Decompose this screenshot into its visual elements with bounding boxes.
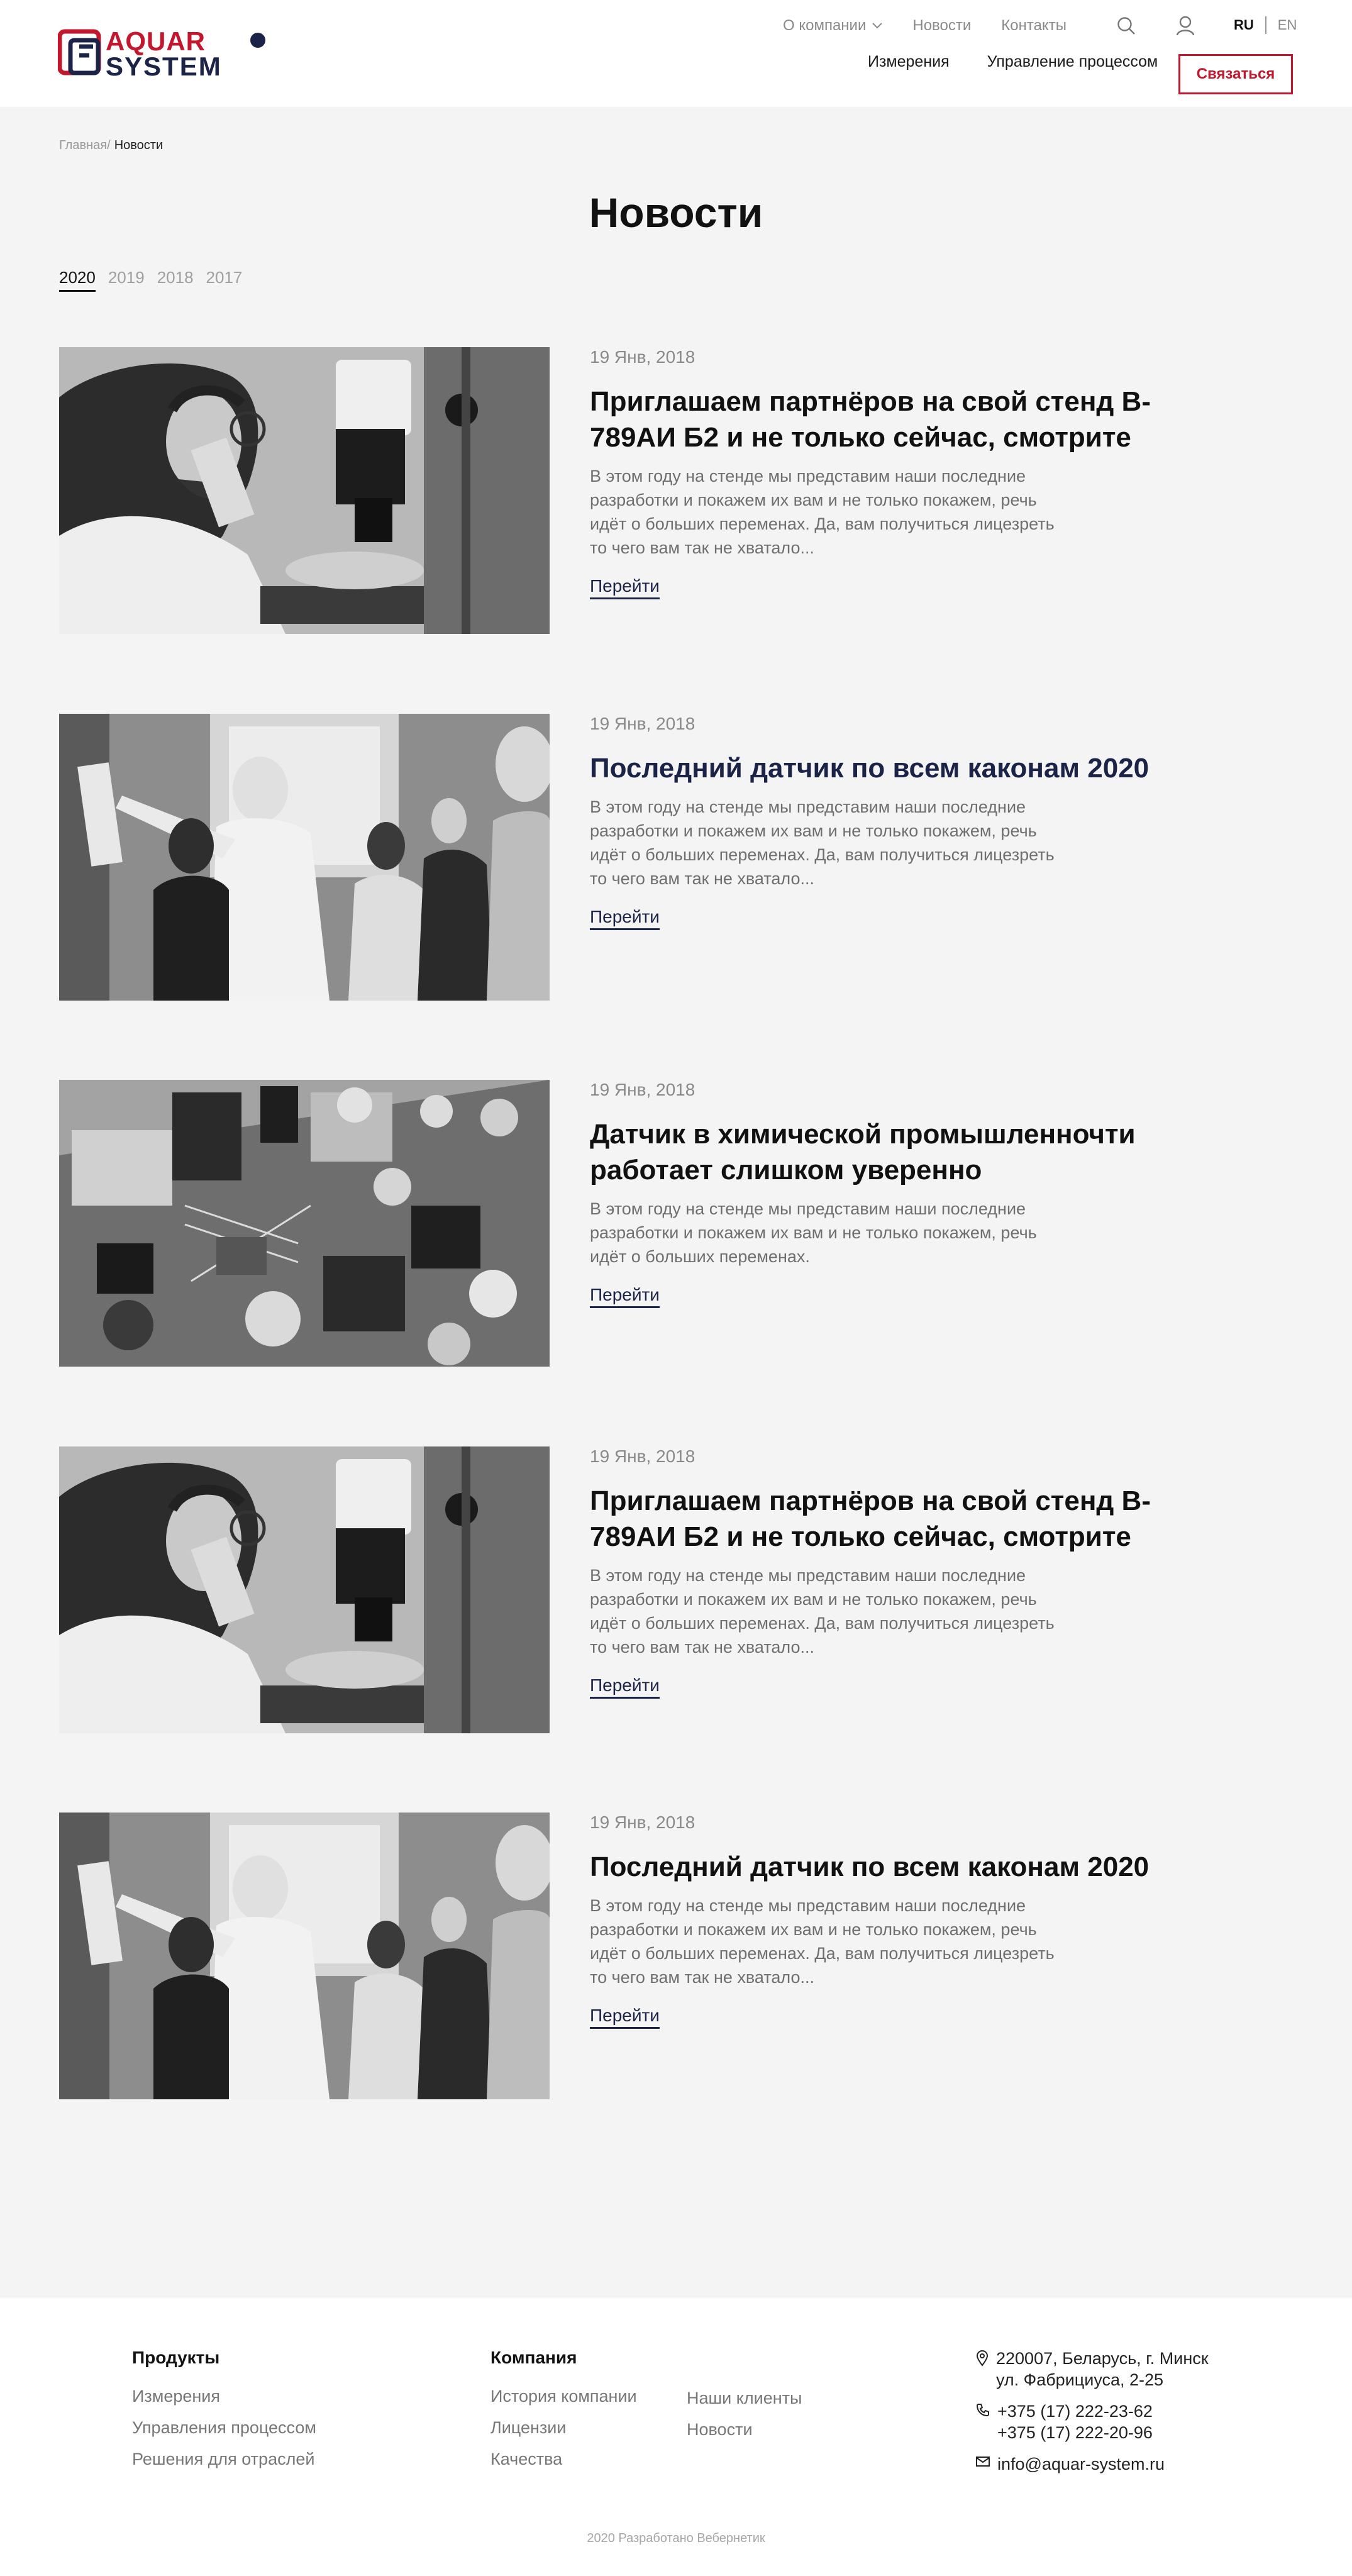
news-item: 19 Янв, 2018 Последний датчик по всем ка… — [59, 714, 1254, 1001]
news-item: 19 Янв, 2018 Датчик в химической промышл… — [59, 1080, 1254, 1367]
news-date: 19 Янв, 2018 — [590, 1813, 695, 1832]
news-excerpt: В этом году на стенде мы представим наши… — [590, 1896, 1055, 1987]
email-link[interactable]: info@aquar-system.ru — [997, 2453, 1165, 2475]
top-nav-news[interactable]: Новости — [912, 17, 971, 35]
circuit-board-photo-icon — [59, 1080, 550, 1367]
site-footer: Продукты Измерения Управления процессом … — [0, 2297, 1352, 2576]
lab-group-photo-icon — [59, 1813, 550, 2099]
news-excerpt: В этом году на стенде мы представим наши… — [590, 797, 1055, 888]
news-body: 19 Янв, 2018 Датчик в химической промышл… — [590, 1080, 1219, 1308]
lang-ru[interactable]: RU — [1234, 17, 1254, 33]
footer-link[interactable]: Лицензии — [490, 2418, 637, 2438]
news-read-more-link[interactable]: Перейти — [590, 576, 660, 599]
footer-address: 220007, Беларусь, г. Минск ул. Фабрициус… — [976, 2348, 1209, 2390]
footer-company-col2: Наши клиенты Новости — [687, 2389, 802, 2451]
search-button[interactable] — [1114, 14, 1138, 38]
footer-link[interactable]: Управления процессом — [132, 2418, 316, 2438]
phone-icon — [976, 2404, 989, 2417]
user-account-button[interactable] — [1173, 14, 1197, 38]
contact-button[interactable]: Связаться — [1178, 54, 1293, 94]
logo-mark-icon: AQUAR SYSTEM — [57, 26, 265, 81]
footer-link[interactable]: Новости — [687, 2420, 802, 2440]
year-filter: 2020 2019 2018 2017 — [59, 268, 255, 292]
news-title[interactable]: Датчик в химической промышленночти работ… — [590, 1116, 1194, 1188]
news-body: 19 Янв, 2018 Последний датчик по всем ка… — [590, 714, 1219, 930]
main-nav-process-control[interactable]: Управление процессом — [987, 53, 1158, 71]
main-nav-measurements[interactable]: Измерения — [868, 53, 950, 71]
svg-text:SYSTEM: SYSTEM — [106, 52, 222, 79]
news-image[interactable] — [59, 347, 550, 634]
lab-group-photo-icon — [59, 714, 550, 1001]
footer-link[interactable]: История компании — [490, 2387, 637, 2406]
news-title[interactable]: Последний датчик по всем каконам 2020 — [590, 750, 1194, 786]
news-body: 19 Янв, 2018 Приглашаем партнёров на сво… — [590, 347, 1219, 599]
news-body: 19 Янв, 2018 Последний датчик по всем ка… — [590, 1813, 1219, 2029]
logo[interactable]: AQUAR SYSTEM — [57, 26, 272, 81]
footer-contacts: 220007, Беларусь, г. Минск ул. Фабрициус… — [976, 2348, 1209, 2485]
year-tab-2017[interactable]: 2017 — [206, 268, 243, 292]
news-date: 19 Янв, 2018 — [590, 347, 695, 367]
breadcrumb-current: Новости — [114, 138, 163, 152]
address-line: 220007, Беларусь, г. Минск — [996, 2349, 1209, 2368]
footer-phones: +375 (17) 222-23-62 +375 (17) 222-20-96 — [976, 2401, 1209, 2443]
chevron-down-icon — [872, 23, 883, 29]
footer-products-title: Продукты — [132, 2348, 220, 2367]
news-body: 19 Янв, 2018 Приглашаем партнёров на сво… — [590, 1446, 1219, 1699]
news-title[interactable]: Приглашаем партнёров на свой стенд B-789… — [590, 1483, 1194, 1555]
news-image[interactable] — [59, 714, 550, 1001]
footer-link[interactable]: Решения для отраслей — [132, 2450, 316, 2469]
address-line: ул. Фабрициуса, 2-25 — [996, 2370, 1164, 2389]
news-image[interactable] — [59, 1080, 550, 1367]
main-nav: Измерения Управление процессом — [868, 53, 1195, 71]
news-excerpt: В этом году на стенде мы представим наши… — [590, 1199, 1037, 1266]
news-read-more-link[interactable]: Перейти — [590, 1675, 660, 1699]
language-switcher: RU EN — [1234, 16, 1297, 34]
microscope-photo-icon — [59, 1446, 550, 1733]
footer-company: Компания История компании Лицензии Качес… — [490, 2348, 637, 2481]
news-title[interactable]: Последний датчик по всем каконам 2020 — [590, 1849, 1194, 1885]
location-pin-icon — [976, 2350, 989, 2367]
news-date: 19 Янв, 2018 — [590, 1080, 695, 1099]
year-tab-2020[interactable]: 2020 — [59, 268, 96, 292]
news-read-more-link[interactable]: Перейти — [590, 907, 660, 930]
top-nav-about[interactable]: О компании — [783, 17, 883, 35]
year-tab-2019[interactable]: 2019 — [108, 268, 145, 292]
site-header: AQUAR SYSTEM О компании Новости Контакты… — [0, 0, 1352, 108]
news-item: 19 Янв, 2018 Последний датчик по всем ка… — [59, 1813, 1254, 2099]
footer-link[interactable]: Качества — [490, 2450, 637, 2469]
news-item: 19 Янв, 2018 Приглашаем партнёров на сво… — [59, 347, 1254, 634]
lang-divider — [1265, 16, 1266, 34]
search-icon — [1117, 17, 1135, 35]
top-nav: О компании Новости Контакты — [783, 16, 1097, 35]
news-excerpt: В этом году на стенде мы представим наши… — [590, 467, 1055, 557]
footer-email: info@aquar-system.ru — [976, 2453, 1209, 2475]
news-read-more-link[interactable]: Перейти — [590, 1285, 660, 1308]
footer-products: Продукты Измерения Управления процессом … — [132, 2348, 316, 2481]
email-icon — [976, 2457, 990, 2467]
lang-en[interactable]: EN — [1278, 17, 1297, 33]
news-image[interactable] — [59, 1813, 550, 2099]
news-excerpt: В этом году на стенде мы представим наши… — [590, 1566, 1055, 1657]
breadcrumb: Главная/Новости — [59, 138, 163, 153]
page-title: Новости — [589, 189, 763, 236]
copyright: 2020 Разработано Вебернетик — [587, 2531, 765, 2545]
news-image[interactable] — [59, 1446, 550, 1733]
phone-link[interactable]: +375 (17) 222-23-62 — [997, 2401, 1153, 2422]
news-date: 19 Янв, 2018 — [590, 714, 695, 733]
microscope-photo-icon — [59, 347, 550, 634]
news-title[interactable]: Приглашаем партнёров на свой стенд B-789… — [590, 384, 1194, 455]
footer-link[interactable]: Измерения — [132, 2387, 316, 2406]
news-read-more-link[interactable]: Перейти — [590, 2006, 660, 2029]
phone-link[interactable]: +375 (17) 222-20-96 — [997, 2422, 1153, 2443]
breadcrumb-home[interactable]: Главная/ — [59, 138, 111, 152]
year-tab-2018[interactable]: 2018 — [157, 268, 194, 292]
news-date: 19 Янв, 2018 — [590, 1446, 695, 1466]
footer-company-title: Компания — [490, 2348, 577, 2367]
top-nav-contacts[interactable]: Контакты — [1001, 17, 1067, 35]
footer-link[interactable]: Наши клиенты — [687, 2389, 802, 2408]
user-icon — [1176, 16, 1195, 36]
news-item: 19 Янв, 2018 Приглашаем партнёров на сво… — [59, 1446, 1254, 1733]
